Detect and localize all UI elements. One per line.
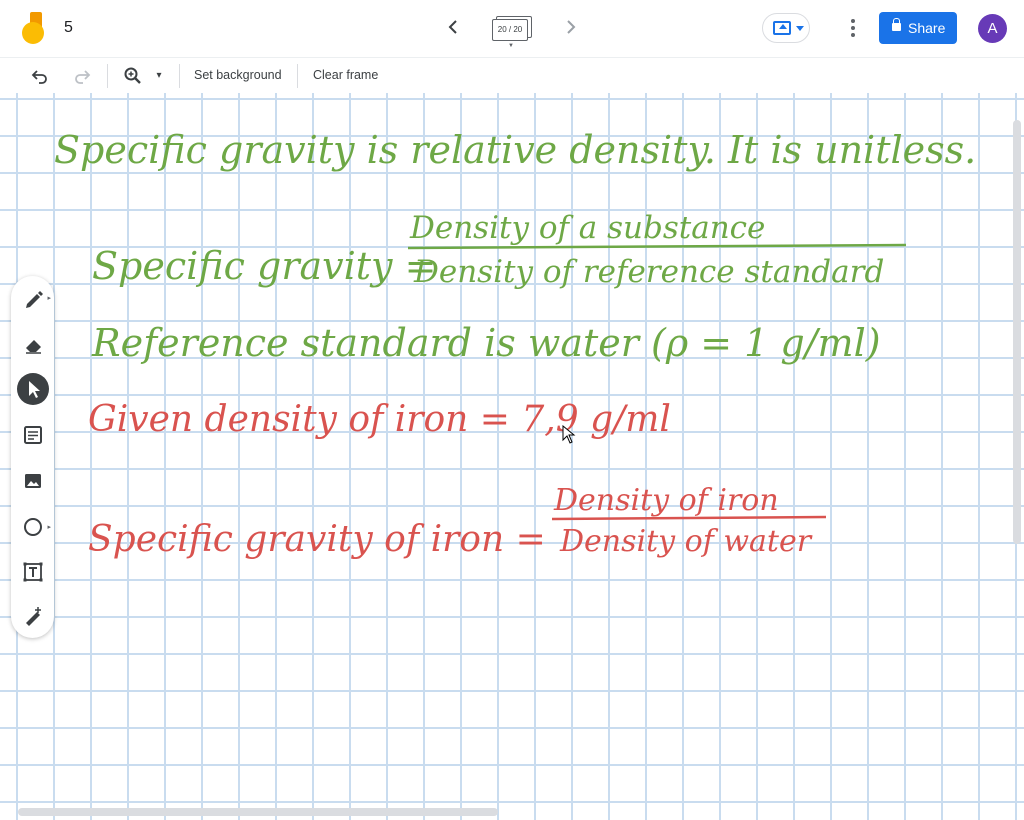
toolbar-divider — [107, 64, 108, 88]
toolbar-divider — [297, 64, 298, 88]
more-options-button[interactable] — [842, 16, 864, 40]
image-tool[interactable] — [17, 465, 49, 497]
avatar[interactable]: A — [978, 14, 1007, 43]
undo-icon — [31, 70, 47, 84]
share-button[interactable]: Share — [879, 12, 957, 44]
eraser-tool[interactable] — [17, 328, 49, 360]
whiteboard-canvas[interactable]: Specific gravity is relative density. It… — [0, 93, 1024, 820]
pen-tool[interactable]: ▸ — [17, 282, 51, 314]
set-background-button[interactable]: Set background — [194, 68, 282, 82]
toolbar-divider — [179, 64, 180, 88]
zoom-icon — [124, 67, 141, 84]
circle-tool[interactable]: ▸ — [17, 511, 51, 543]
caret-down-icon: ▼ — [508, 43, 514, 49]
select-tool[interactable] — [17, 373, 49, 405]
image-icon — [25, 474, 41, 488]
mouse-cursor-icon — [562, 425, 576, 444]
ink-layer: Specific gravity is relative density. It… — [54, 128, 976, 560]
circle-icon — [24, 518, 42, 536]
document-title[interactable]: 5 — [64, 19, 73, 37]
chevron-left-icon — [448, 20, 457, 34]
zoom-dropdown-icon[interactable]: ▾ — [152, 66, 166, 86]
top-bar: 5 20 / 20 ▼ Share A — [0, 0, 1024, 56]
sg-iron-label: Specific gravity of iron = — [88, 519, 546, 560]
chevron-right-icon — [567, 20, 576, 34]
horizontal-scrollbar[interactable] — [18, 808, 498, 816]
pen-icon — [26, 291, 43, 308]
redo-button[interactable] — [71, 66, 93, 86]
zoom-button[interactable] — [122, 66, 144, 86]
share-label: Share — [908, 20, 946, 36]
board-line-4: Given density of iron = 7,9 g/ml — [88, 399, 671, 440]
text-box-icon — [23, 562, 43, 582]
present-screen-icon — [773, 21, 791, 35]
jamboard-logo — [20, 12, 46, 46]
laser-icon — [26, 607, 41, 626]
specific-gravity-label: Specific gravity = — [92, 244, 436, 288]
tool-palette: ▸ ▸ — [11, 276, 54, 638]
eraser-icon — [26, 340, 41, 354]
previous-frame-button[interactable] — [444, 17, 462, 37]
clear-frame-button[interactable]: Clear frame — [313, 68, 378, 82]
frame-bar-button[interactable]: 20 / 20 ▼ — [492, 16, 532, 49]
vertical-scrollbar[interactable] — [1013, 120, 1021, 544]
lock-icon — [892, 18, 901, 31]
board-line-1: Specific gravity is relative density. It… — [54, 128, 976, 172]
redo-icon — [75, 70, 91, 84]
text-box-tool[interactable] — [17, 556, 49, 588]
present-button[interactable] — [762, 13, 810, 43]
sgi-denominator: Density of water — [559, 524, 813, 559]
sg-numerator: Density of a substance — [409, 210, 765, 246]
frame-counter: 20 / 20 — [492, 19, 528, 41]
sg-denominator: Density of reference standard — [413, 254, 884, 290]
dropdown-arrow-icon — [796, 26, 804, 31]
laser-tool[interactable] — [17, 601, 49, 633]
sticky-note-tool[interactable] — [17, 419, 49, 451]
undo-button[interactable] — [29, 66, 51, 86]
next-frame-button[interactable] — [562, 17, 580, 37]
sticky-note-icon — [24, 426, 42, 444]
select-arrow-icon — [29, 381, 40, 398]
board-line-3: Reference standard is water (ρ = 1 g/ml) — [91, 321, 881, 365]
sgi-numerator: Density of iron — [553, 483, 779, 518]
toolbar: ▾ Set background Clear frame — [0, 57, 1024, 93]
